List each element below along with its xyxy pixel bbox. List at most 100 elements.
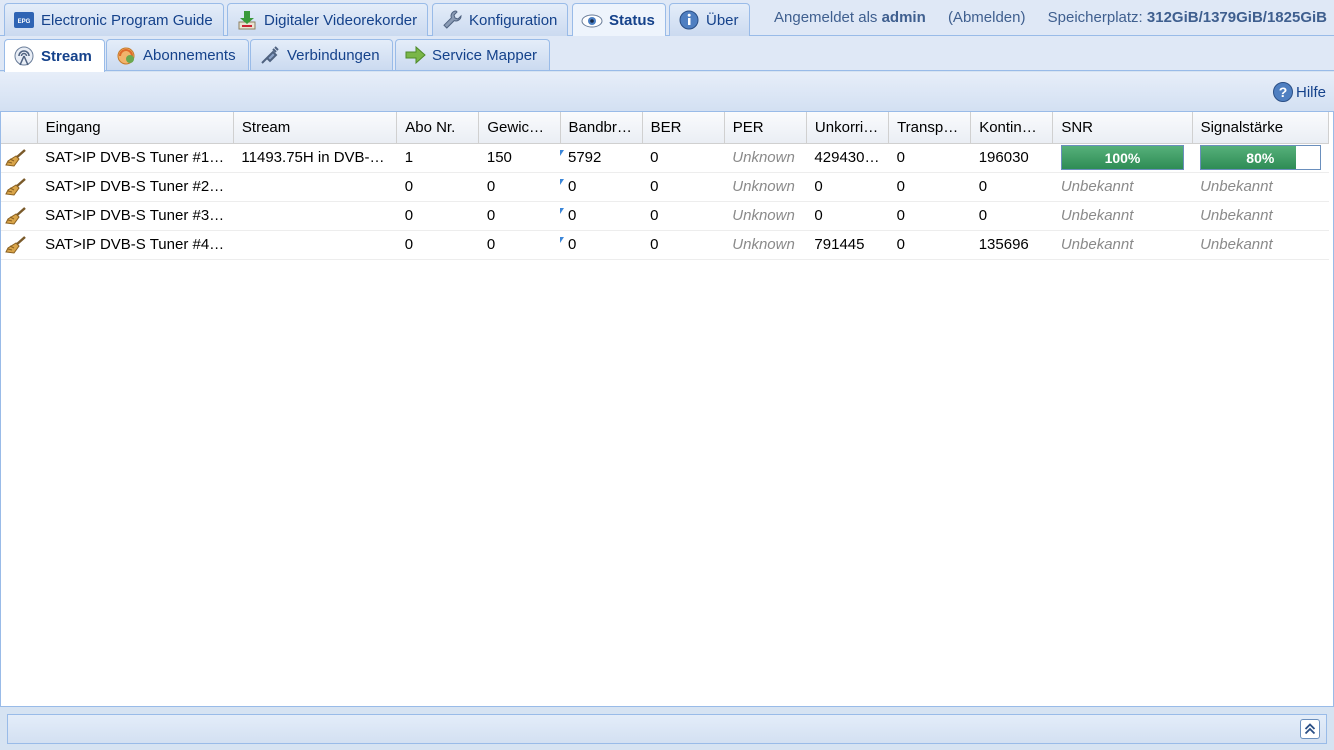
table-row[interactable]: SAT>IP DVB-S Tuner #2… 0 0 0 0 Unknown 0… <box>1 172 1329 202</box>
tab-verbindungen[interactable]: Verbindungen <box>250 39 393 70</box>
table-row[interactable]: SAT>IP DVB-S Tuner #3… 0 0 0 0 Unknown 0… <box>1 201 1329 231</box>
col-header-gewicht[interactable]: Gewich… <box>478 112 561 144</box>
cell-per: Unknown <box>724 172 807 202</box>
cell-signal: Unbekannt <box>1192 230 1329 260</box>
cell-signal: 80% <box>1192 143 1329 173</box>
expand-log-button[interactable] <box>1300 719 1320 739</box>
broom-icon[interactable] <box>5 235 27 255</box>
cell-kontinu: 0 <box>970 201 1053 231</box>
cell-signal: Unbekannt <box>1192 172 1329 202</box>
cell-eingang: SAT>IP DVB-S Tuner #1… <box>37 143 234 173</box>
cell-transp: 0 <box>888 172 971 202</box>
tab-stream-label: Stream <box>41 47 92 65</box>
clear-stats-cell[interactable] <box>1 143 38 173</box>
cell-ber: 0 <box>642 143 725 173</box>
col-header-eingang[interactable]: Eingang <box>37 112 234 144</box>
table-row[interactable]: SAT>IP DVB-S Tuner #1… 11493.75H in DVB-… <box>1 143 1329 173</box>
snr-progress-label: 100% <box>1104 150 1141 166</box>
svg-text:?: ? <box>1279 84 1288 100</box>
broom-icon[interactable] <box>5 206 27 226</box>
storage-label: Speicherplatz: <box>1047 9 1143 26</box>
epg-icon: EPG <box>14 12 34 28</box>
broom-icon[interactable] <box>5 177 27 197</box>
cell-stream <box>233 172 397 202</box>
cell-abo: 0 <box>396 230 479 260</box>
cell-kontinu: 196030 <box>970 143 1053 173</box>
cell-unkorr: 0 <box>806 201 889 231</box>
col-header-bandbreite[interactable]: Bandbr… <box>560 112 643 144</box>
grid-toolbar: ? Hilfe <box>0 72 1334 112</box>
cell-eingang: SAT>IP DVB-S Tuner #2… <box>37 172 234 202</box>
cell-snr: Unbekannt <box>1052 230 1193 260</box>
col-header-transp[interactable]: Transp… <box>888 112 972 144</box>
cell-transp: 0 <box>888 201 971 231</box>
double-chevron-up-icon <box>1304 723 1316 735</box>
tab-epg[interactable]: EPG Electronic Program Guide <box>4 3 224 36</box>
logout-link[interactable]: (Abmelden) <box>948 9 1026 26</box>
tab-epg-label: Electronic Program Guide <box>41 11 213 29</box>
cell-kontinu: 0 <box>970 172 1053 202</box>
main-tab-bar: EPG Electronic Program Guide Digitaler V… <box>0 0 1334 37</box>
cell-ber: 0 <box>642 172 725 202</box>
cell-gewicht: 0 <box>478 230 560 260</box>
cell-bandbreite: 5792 <box>560 143 643 173</box>
snr-progress-bar: 100% <box>1060 145 1185 170</box>
cell-eingang: SAT>IP DVB-S Tuner #3… <box>37 201 234 231</box>
cell-abo: 0 <box>396 172 479 202</box>
tab-konfiguration[interactable]: Konfiguration <box>432 3 569 36</box>
stream-grid: Eingang Stream Abo Nr. Gewich… Bandbr… B… <box>0 112 1334 706</box>
cell-signal: Unbekannt <box>1192 201 1329 231</box>
signal-progress-label: 80% <box>1246 150 1275 166</box>
cell-stream: 11493.75H in DVB-… <box>233 143 397 173</box>
tab-status[interactable]: Status <box>572 3 666 37</box>
cell-gewicht: 0 <box>478 201 560 231</box>
cell-gewicht: 150 <box>478 143 560 173</box>
tab-service-mapper[interactable]: Service Mapper <box>395 39 551 70</box>
info-icon <box>679 10 699 30</box>
app-window: EPG Electronic Program Guide Digitaler V… <box>0 0 1334 750</box>
cell-transp: 0 <box>888 143 971 173</box>
help-label: Hilfe <box>1295 83 1326 101</box>
tab-ueber[interactable]: Über <box>669 3 750 36</box>
cell-ber: 0 <box>642 201 725 231</box>
cell-gewicht: 0 <box>478 172 560 202</box>
col-header-ber[interactable]: BER <box>642 112 725 144</box>
clear-stats-cell[interactable] <box>1 201 38 231</box>
cell-transp: 0 <box>888 230 971 260</box>
col-header-snr[interactable]: SNR <box>1052 112 1193 144</box>
tab-stream[interactable]: Stream <box>4 39 105 72</box>
tab-dvr[interactable]: Digitaler Videorekorder <box>227 3 429 36</box>
clear-stats-cell[interactable] <box>1 172 38 202</box>
cell-per: Unknown <box>724 143 807 173</box>
broom-icon[interactable] <box>5 148 27 168</box>
status-sub-tab-bar: Stream Abonnements Verbindungen Service … <box>0 36 1334 72</box>
tab-verbindungen-label: Verbindungen <box>287 46 380 64</box>
grid-header: Eingang Stream Abo Nr. Gewich… Bandbr… B… <box>1 112 1330 144</box>
tab-abonnements[interactable]: Abonnements <box>106 39 249 70</box>
arrow-right-icon <box>405 45 426 65</box>
col-header-signal[interactable]: Signalstärke <box>1192 112 1330 144</box>
cell-stream <box>233 201 397 231</box>
help-button[interactable]: ? Hilfe <box>1272 81 1326 103</box>
log-panel-header <box>7 714 1327 744</box>
cell-abo: 1 <box>396 143 479 173</box>
col-header-icon[interactable] <box>1 112 38 144</box>
cell-per: Unknown <box>724 230 807 260</box>
tab-dvr-label: Digitaler Videorekorder <box>264 11 418 29</box>
cell-unkorr: 0 <box>806 172 889 202</box>
cell-ber: 0 <box>642 230 725 260</box>
cell-snr: Unbekannt <box>1052 201 1193 231</box>
col-header-unkorr[interactable]: Unkorri… <box>806 112 890 144</box>
col-header-abo[interactable]: Abo Nr. <box>396 112 480 144</box>
tab-abonnements-label: Abonnements <box>143 46 236 64</box>
antenna-icon <box>14 46 34 66</box>
col-header-per[interactable]: PER <box>724 112 807 144</box>
username: admin <box>881 9 926 26</box>
logged-in-prefix: Angemeldet als <box>774 9 878 26</box>
clear-stats-cell[interactable] <box>1 230 38 260</box>
table-row[interactable]: SAT>IP DVB-S Tuner #4… 0 0 0 0 Unknown 7… <box>1 230 1329 260</box>
col-header-kontinu[interactable]: Kontinu… <box>970 112 1054 144</box>
subscriptions-icon <box>117 47 135 65</box>
col-header-stream[interactable]: Stream <box>233 112 398 144</box>
storage-value: 312GiB/1379GiB/1825GiB <box>1146 9 1327 26</box>
